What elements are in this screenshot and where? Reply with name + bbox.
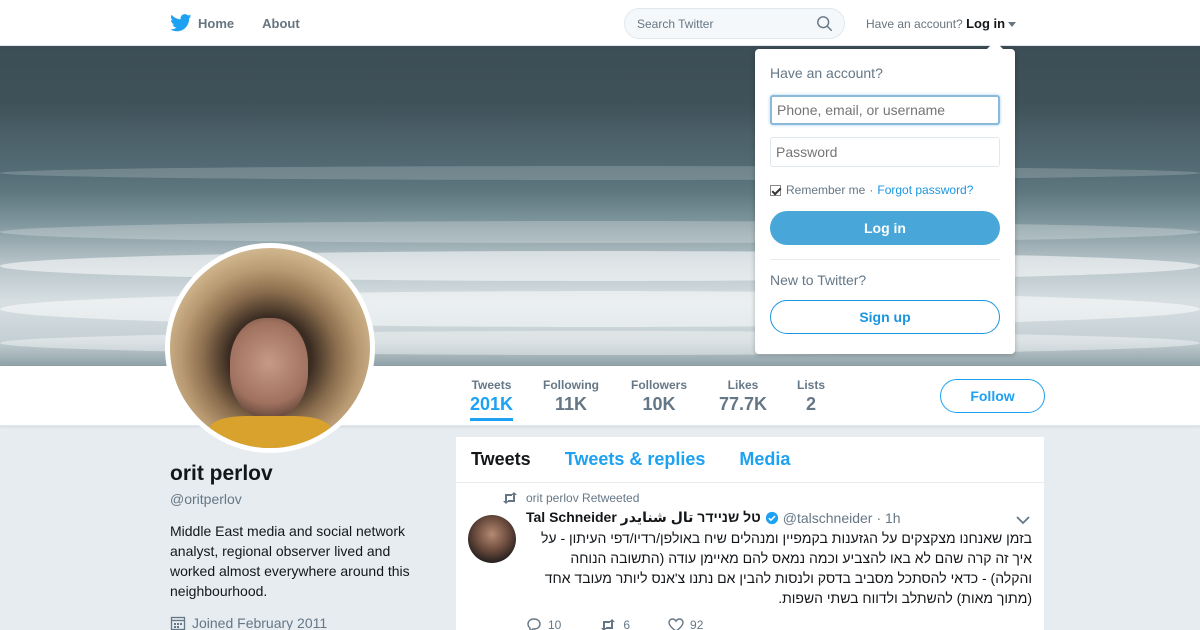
stat-followers[interactable]: Followers 10K bbox=[631, 378, 687, 415]
stat-value: 2 bbox=[806, 394, 817, 414]
about-label: About bbox=[262, 15, 300, 31]
tweet[interactable]: orit perlov Retweeted Tal Schneider טל ש… bbox=[456, 483, 1044, 630]
stat-likes[interactable]: Likes 77.7K bbox=[719, 378, 767, 415]
dropdown-title: Have an account? bbox=[770, 65, 883, 81]
search-input[interactable]: Search Twitter bbox=[624, 8, 845, 39]
reply-icon bbox=[527, 618, 541, 630]
login-button[interactable]: Log in bbox=[770, 211, 1000, 245]
tweet-header: Tal Schneider טל שניידר تال شنايدر @tals… bbox=[526, 509, 1032, 526]
stat-value: 11K bbox=[554, 394, 588, 414]
joined-text: Joined February 2011 bbox=[192, 615, 328, 630]
stat-following[interactable]: Following 11K bbox=[543, 378, 599, 415]
remember-me-checkbox[interactable] bbox=[770, 184, 781, 196]
stat-value: 10K bbox=[642, 394, 676, 414]
tab-tweets-and-replies[interactable]: Tweets & replies bbox=[565, 449, 706, 470]
account-menu: Have an account? Log in bbox=[866, 16, 1017, 31]
stat-value: 77.7K bbox=[719, 394, 768, 414]
timeline-tabs: Tweets Tweets & replies Media bbox=[456, 437, 1044, 483]
login-link-label: Log in bbox=[966, 16, 1006, 31]
joined-date: Joined February 2011 bbox=[170, 615, 327, 630]
follow-button[interactable]: Follow bbox=[940, 379, 1045, 413]
calendar-icon bbox=[170, 616, 186, 630]
tweet-author-handle[interactable]: @talschneider bbox=[783, 510, 873, 526]
retweet-count: 6 bbox=[623, 618, 631, 630]
nav-left: Home About bbox=[170, 0, 328, 46]
profile-handle[interactable]: @oritperlov bbox=[170, 491, 242, 507]
tweet-text: בזמן שאנחנו מצקצקים על הגזענות בקמפיין ו… bbox=[541, 530, 1032, 606]
stat-tweets[interactable]: Tweets 201K bbox=[470, 378, 514, 421]
retweet-text[interactable]: orit perlov Retweeted bbox=[526, 491, 639, 505]
tweet-author-name[interactable]: Tal Schneider טל שניידר تال شنايدر bbox=[526, 509, 761, 526]
like-count: 92 bbox=[690, 618, 704, 630]
tab-tweets[interactable]: Tweets bbox=[471, 449, 531, 470]
login-menu-toggle[interactable]: Log in bbox=[966, 16, 1017, 31]
nav-home-link[interactable]: Home bbox=[170, 14, 234, 32]
reply-button[interactable]: 10 bbox=[526, 618, 561, 630]
verified-badge-icon bbox=[765, 511, 778, 524]
signup-button[interactable]: Sign up bbox=[770, 300, 1000, 334]
avatar-photo bbox=[170, 248, 370, 448]
remember-me-label[interactable]: Remember me bbox=[786, 183, 865, 197]
tweet-timestamp[interactable]: · 1h bbox=[876, 510, 900, 526]
tweet-author-avatar[interactable] bbox=[468, 515, 516, 563]
profile-avatar[interactable] bbox=[165, 243, 375, 453]
twitter-bird-icon bbox=[170, 14, 192, 32]
reply-count: 10 bbox=[548, 618, 562, 630]
stat-value: 201K bbox=[470, 394, 514, 414]
retweet-context: orit perlov Retweeted bbox=[502, 491, 1032, 505]
heart-icon bbox=[668, 618, 684, 630]
nav-about-link[interactable]: About bbox=[262, 16, 300, 31]
home-label: Home bbox=[198, 15, 235, 31]
new-to-twitter-text: New to Twitter? bbox=[770, 272, 867, 288]
profile-name[interactable]: orit perlov bbox=[170, 462, 273, 486]
retweet-button[interactable]: 6 bbox=[599, 618, 630, 630]
chevron-down-icon bbox=[1008, 22, 1017, 28]
chevron-down-icon[interactable] bbox=[1016, 515, 1030, 525]
search-icon[interactable] bbox=[816, 15, 834, 33]
stat-label: Lists bbox=[797, 378, 826, 392]
timeline: Tweets Tweets & replies Media orit perlo… bbox=[456, 437, 1044, 630]
login-dropdown: Have an account? Remember me · Forgot pa… bbox=[755, 41, 1015, 354]
tweet-actions: 10 6 92 bbox=[526, 618, 1032, 630]
account-prompt: Have an account? bbox=[866, 17, 963, 31]
separator-dot: · bbox=[869, 183, 874, 197]
stat-label: Likes bbox=[727, 378, 759, 392]
forgot-password-link[interactable]: Forgot password? bbox=[877, 183, 973, 197]
stat-lists[interactable]: Lists 2 bbox=[797, 378, 825, 415]
tab-media[interactable]: Media bbox=[739, 449, 790, 470]
username-field[interactable] bbox=[770, 95, 1000, 125]
retweet-icon bbox=[503, 492, 517, 504]
stat-label: Following bbox=[543, 378, 599, 392]
retweet-icon bbox=[601, 619, 616, 630]
divider bbox=[770, 259, 1000, 260]
stat-label: Followers bbox=[631, 378, 688, 392]
password-field[interactable] bbox=[770, 137, 1000, 167]
remember-row: Remember me · Forgot password? bbox=[770, 183, 1000, 197]
top-navigation-bar: Home About Search Twitter Have an accoun… bbox=[0, 0, 1200, 46]
profile-bio: Middle East media and social network ana… bbox=[170, 523, 410, 599]
search-placeholder: Search Twitter bbox=[637, 16, 714, 31]
like-button[interactable]: 92 bbox=[668, 618, 703, 630]
stat-label: Tweets bbox=[471, 378, 512, 392]
